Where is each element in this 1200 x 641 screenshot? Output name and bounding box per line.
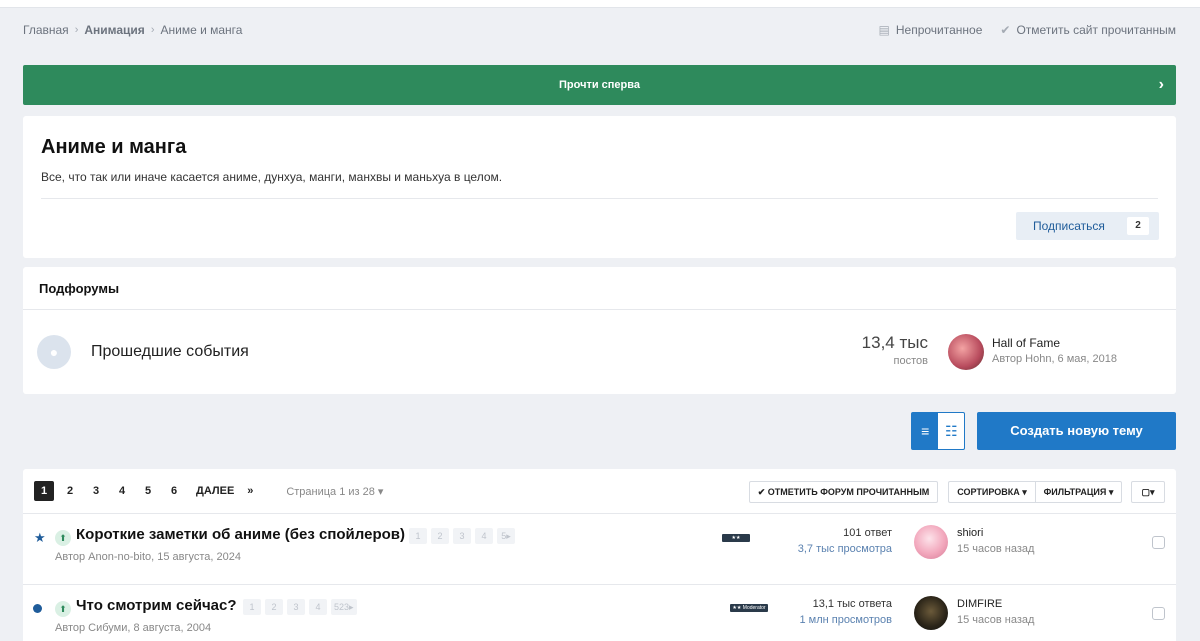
pin-icon: ⬆	[55, 601, 71, 617]
subforums-card: Подфорумы ● Прошедшие события 13,4 тыс п…	[23, 267, 1176, 394]
breadcrumb: Главная › Анимация › Аниме и манга	[23, 23, 242, 37]
last-post-title[interactable]: Hall of Fame	[992, 336, 1060, 350]
page-1[interactable]: 1	[34, 481, 54, 501]
last-page-link[interactable]: »	[240, 481, 260, 501]
page-3[interactable]: 3	[86, 481, 106, 501]
view-toggle: ≡ ☷	[911, 412, 965, 450]
post-count-label: постов	[893, 355, 928, 367]
avatar[interactable]	[914, 525, 948, 559]
topic-row: ⬆ Что смотрим сейчас? 1 2 3 4 523▸ Автор…	[23, 584, 1176, 641]
topic-page[interactable]: 2	[431, 528, 449, 544]
topic-meta: Автор Сибуми, 8 августа, 2004	[55, 622, 212, 634]
last-post-time: 15 часов назад	[957, 543, 1035, 555]
topic-page[interactable]: 3	[287, 599, 305, 615]
topic-page[interactable]: 4	[309, 599, 327, 615]
view-count: 3,7 тыс просмотра	[797, 543, 892, 555]
topic-meta: Автор Anon-no-bito, 15 августа, 2024	[55, 551, 242, 563]
last-poster-name[interactable]: shiori	[957, 527, 983, 539]
topic-page[interactable]: 2	[265, 599, 283, 615]
breadcrumb-current[interactable]: Аниме и манга	[160, 23, 242, 37]
subforum-post-count: 13,4 тыс постов	[823, 333, 928, 367]
topic-page[interactable]: 4	[475, 528, 493, 544]
pin-icon: ⬆	[55, 530, 71, 546]
topic-title[interactable]: Что смотрим сейчас?	[76, 597, 237, 614]
banner-label: Прочти сперва	[559, 79, 640, 91]
pagination: 1 2 3 4 5 6 ДАЛЕЕ » Страница 1 из 28 ▾	[34, 481, 383, 501]
filter-button[interactable]: ФИЛЬТРАЦИЯ ▾	[1035, 481, 1122, 503]
subscribe-button[interactable]: Подписаться 2	[1016, 212, 1159, 240]
topic-page[interactable]: 1	[243, 599, 261, 615]
page-2[interactable]: 2	[60, 481, 80, 501]
divider	[41, 198, 1158, 199]
unread-link[interactable]: ▤ Непрочитанное	[879, 23, 983, 37]
topic-title[interactable]: Короткие заметки об аниме (без спойлеров…	[76, 526, 405, 543]
page-4[interactable]: 4	[112, 481, 132, 501]
last-poster-name[interactable]: DIMFIRE	[957, 598, 1002, 610]
sort-button[interactable]: СОРТИРОВКА ▾	[948, 481, 1035, 503]
subforum-link[interactable]: Прошедшие события	[91, 343, 249, 361]
top-bar	[0, 0, 1200, 8]
reply-count: 101 ответ	[843, 527, 892, 539]
topic-stats: 101 ответ 3,7 тыс просмотра	[763, 527, 892, 555]
featured-star-icon: ★	[34, 530, 46, 545]
topic-page[interactable]: 523▸	[331, 599, 357, 615]
breadcrumb-home[interactable]: Главная	[23, 23, 69, 37]
unread-label: Непрочитанное	[895, 23, 983, 37]
subforums-heading: Подфорумы	[39, 281, 120, 296]
page-jump[interactable]: Страница 1 из 28 ▾	[286, 485, 383, 498]
topic-pages: 1 2 3 4 5▸	[409, 528, 515, 544]
unread-dot-icon	[33, 604, 42, 613]
reply-count: 13,1 тыс ответа	[812, 598, 892, 610]
next-page-link[interactable]: ДАЛЕЕ	[196, 481, 234, 501]
mark-site-read-label: Отметить сайт прочитанным	[1016, 23, 1176, 37]
page-title: Аниме и манга	[41, 136, 187, 158]
last-post-time: 15 часов назад	[957, 614, 1035, 626]
last-post-meta: Автор Hohn, 6 мая, 2018	[992, 353, 1117, 365]
avatar[interactable]	[948, 334, 984, 370]
grid-view-icon[interactable]: ☷	[938, 413, 964, 449]
avatar[interactable]	[914, 596, 948, 630]
chevron-right-icon: ›	[1158, 76, 1164, 93]
topic-pages: 1 2 3 4 523▸	[243, 599, 357, 615]
topic-row: ★ ⬆ Короткие заметки об аниме (без спойл…	[23, 513, 1176, 583]
breadcrumb-section[interactable]: Анимация	[84, 23, 144, 37]
read-first-banner[interactable]: Прочти сперва ›	[23, 65, 1176, 105]
forum-header-card: Аниме и манга Все, что так или иначе кас…	[23, 116, 1176, 258]
page-5[interactable]: 5	[138, 481, 158, 501]
moderator-badge: ★★ Moderator	[722, 534, 750, 549]
topic-select-checkbox[interactable]	[1152, 536, 1165, 549]
chevron-right-icon: ›	[74, 24, 79, 36]
topic-select-checkbox[interactable]	[1152, 607, 1165, 620]
create-topic-button[interactable]: Создать новую тему	[977, 412, 1176, 450]
topic-list-card: 1 2 3 4 5 6 ДАЛЕЕ » Страница 1 из 28 ▾ ✔…	[23, 469, 1176, 641]
topic-page[interactable]: 5▸	[497, 528, 515, 544]
view-count: 1 млн просмотров	[799, 614, 892, 626]
check-icon: ✔	[1000, 23, 1011, 37]
page-6[interactable]: 6	[164, 481, 184, 501]
subscribe-count: 2	[1127, 217, 1149, 235]
list-view-icon[interactable]: ≡	[912, 413, 939, 449]
mark-forum-read-button[interactable]: ✔ ОТМЕТИТЬ ФОРУМ ПРОЧИТАННЫМ	[749, 481, 938, 503]
unread-icon: ▤	[878, 23, 890, 37]
forum-bubble-icon: ●	[37, 335, 71, 369]
topic-stats: 13,1 тыс ответа 1 млн просмотров	[763, 598, 892, 626]
top-actions: ▤ Непрочитанное ✔ Отметить сайт прочитанны…	[879, 23, 1176, 37]
select-all-button[interactable]: ▢▾	[1131, 481, 1165, 503]
subscribe-label: Подписаться	[1033, 219, 1105, 233]
topic-page[interactable]: 3	[453, 528, 471, 544]
post-count-value: 13,4 тыс	[861, 333, 928, 352]
divider	[23, 309, 1176, 310]
mark-site-read-link[interactable]: ✔ Отметить сайт прочитанным	[1000, 23, 1176, 37]
forum-description: Все, что так или иначе касается аниме, д…	[41, 170, 503, 184]
topic-page[interactable]: 1	[409, 528, 427, 544]
chevron-right-icon: ›	[150, 24, 155, 36]
